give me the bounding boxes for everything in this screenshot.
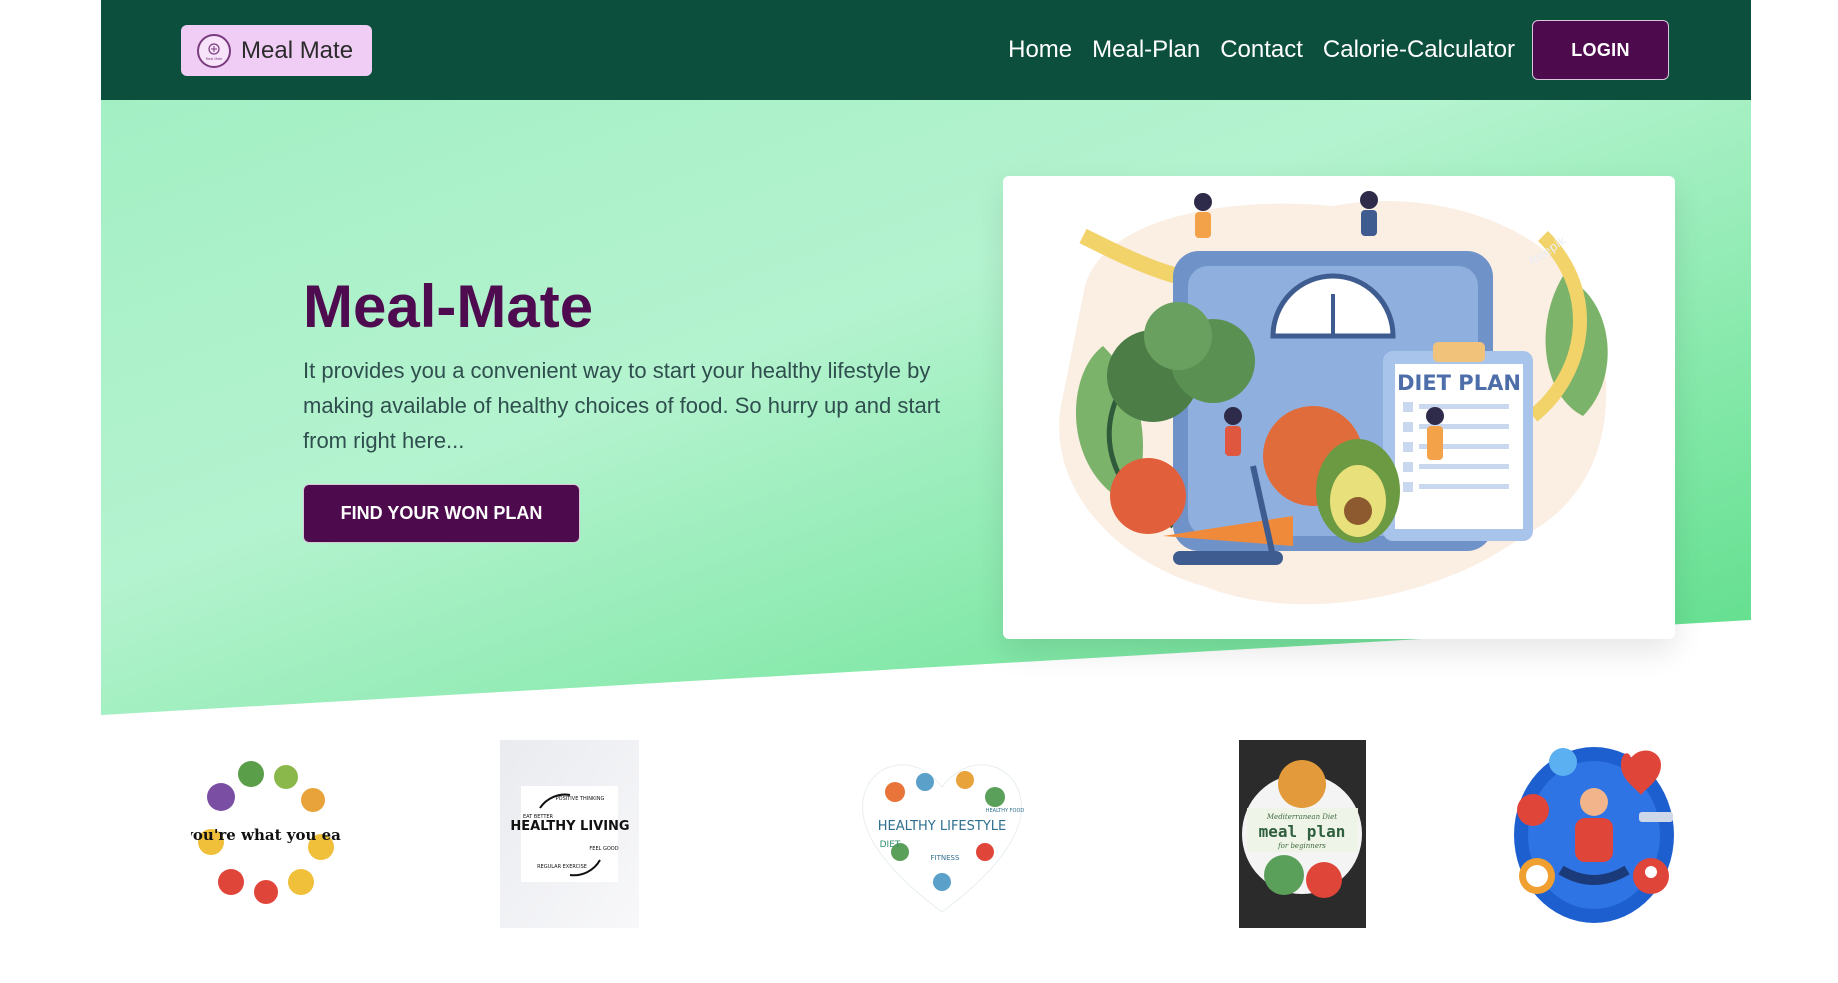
- gallery-label-3b: FITNESS: [931, 854, 960, 862]
- gallery-label-2a: POSITIVE THINKING: [556, 796, 605, 802]
- gallery-label-2d: REGULAR EXERCISE: [537, 864, 587, 870]
- find-plan-button[interactable]: FIND YOUR WON PLAN: [303, 484, 580, 543]
- gallery-label-4b: for beginners: [1277, 842, 1326, 850]
- nav-link-meal-plan[interactable]: Meal-Plan: [1092, 36, 1200, 64]
- you-are-what-you-eat-image: you're what you eat: [191, 752, 341, 912]
- gallery-label-3c: HEALTHY FOOD: [986, 808, 1025, 814]
- clipboard-title: DIET PLAN: [1397, 371, 1521, 395]
- gallery-text-4: meal plan: [1259, 822, 1346, 841]
- hero-illustration-card: DIET PLAN freepik: [1003, 176, 1675, 639]
- gallery-label-2c: FEEL GOOD: [589, 846, 618, 852]
- nav-link-contact[interactable]: Contact: [1220, 36, 1303, 64]
- nav-link-home[interactable]: Home: [1008, 36, 1072, 64]
- meal-mate-logo-icon: Meal Mate: [197, 33, 231, 68]
- hero-description: It provides you a convenient way to star…: [303, 358, 941, 453]
- gallery-text-2: HEALTHY LIVING: [510, 819, 629, 834]
- gallery-text-3: HEALTHY LIFESTYLE: [878, 819, 1006, 834]
- diet-plan-illustration: DIET PLAN freepik: [1059, 191, 1608, 605]
- login-button[interactable]: LOGIN: [1532, 20, 1669, 80]
- healthy-lifestyle-heart-image: HEALTHY LIFESTYLE DIET FITNESS HEALTHY F…: [855, 752, 1029, 916]
- gallery-label-4a: Mediterranean Diet: [1266, 813, 1337, 821]
- gallery-label-2b: EAT BETTER: [523, 814, 554, 820]
- brand-name: Meal Mate: [241, 36, 354, 64]
- logo-text: Meal Mate: [206, 57, 223, 61]
- hero-title: Meal-Mate: [303, 273, 594, 340]
- page-frame: Meal Mate Meal Mate Home Meal-Plan Conta…: [101, 0, 1751, 983]
- healthy-living-image: HEALTHY LIVING POSITIVE THINKING EAT BET…: [500, 740, 639, 928]
- nav-link-calorie-calculator[interactable]: Calorie-Calculator: [1323, 36, 1515, 64]
- nav-links: Home Meal-Plan Contact Calorie-Calculato…: [1008, 0, 1515, 100]
- gallery-label-3a: DIET: [880, 840, 901, 850]
- brand-button[interactable]: Meal Mate Meal Mate: [181, 25, 372, 76]
- navbar: Meal Mate Meal Mate Home Meal-Plan Conta…: [101, 0, 1751, 100]
- gallery-text-1: you're what you eat: [191, 826, 341, 844]
- mediterranean-meal-plan-image: Mediterranean Diet meal plan for beginne…: [1239, 740, 1366, 928]
- wellness-circle-image: [1511, 740, 1677, 925]
